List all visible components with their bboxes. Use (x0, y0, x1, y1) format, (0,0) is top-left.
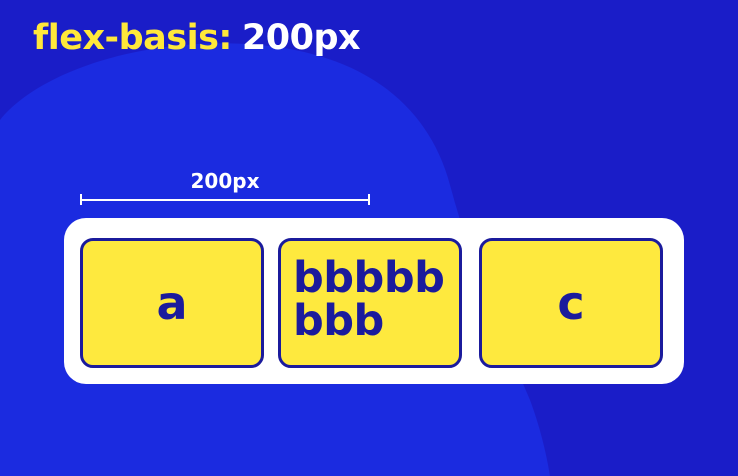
flex-item-c: c (479, 238, 663, 368)
page-title: flex-basis: 200px (33, 14, 361, 62)
diagram-canvas: flex-basis: 200px 200px a bbbbbbbb c (0, 0, 738, 476)
width-measurement: 200px (80, 168, 370, 208)
flex-item-label: c (557, 276, 585, 330)
title-value: 200px (241, 18, 361, 58)
measurement-tick-left (80, 194, 82, 205)
flex-item-label: bbbbbbbb (293, 253, 445, 346)
title-colon: : (218, 18, 232, 58)
measurement-tick-right (368, 194, 370, 205)
flex-container: a bbbbbbbb c (64, 218, 684, 384)
title-property: flex-basis (33, 18, 219, 58)
flex-item-label: a (156, 276, 188, 330)
flex-item-b: bbbbbbbb (278, 238, 462, 368)
measurement-label: 200px (190, 169, 260, 193)
measurement-line (80, 199, 370, 201)
flex-item-a: a (80, 238, 264, 368)
